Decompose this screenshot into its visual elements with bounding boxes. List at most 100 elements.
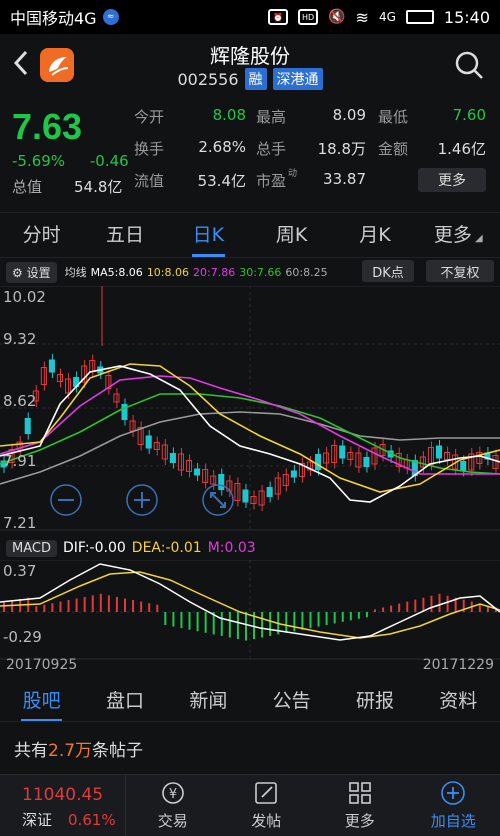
total-cap-value: 54.8亿 (74, 178, 123, 196)
candle (290, 470, 297, 478)
macd-m: M:0.03 (207, 540, 256, 556)
hd-icon: ≈ (102, 9, 119, 25)
ma10-value: 10:8.06 (146, 265, 190, 279)
macd-max-label: 0.37 (3, 562, 36, 580)
candle (194, 468, 201, 476)
stock-header: 辉隆股份 002556 融 深港通 (0, 34, 500, 94)
info-tabs: 股吧 盘口 新闻 公告 研报 资料 (0, 682, 500, 722)
y-label-4: 7.91 (3, 452, 36, 470)
quote-value: 8.09 (332, 106, 366, 124)
tab-forum[interactable]: 股吧 (0, 682, 83, 721)
tab-announcements[interactable]: 公告 (250, 682, 333, 721)
macd-chart: 0.37 -0.29 (0, 560, 500, 660)
nav-trade[interactable]: ¥ 交易 (126, 775, 220, 836)
triangle-icon: ◢ (471, 233, 483, 244)
candle (242, 489, 249, 503)
svg-text:¥: ¥ (169, 787, 177, 802)
candle (48, 359, 55, 373)
macd-dif: DIF:-0.00 (62, 540, 126, 556)
post-count-number: 2.7万 (48, 741, 93, 761)
ma30-value: 30:7.66 (239, 265, 282, 279)
dk-point-button[interactable]: DK点 (362, 260, 414, 282)
date-end: 20171229 (422, 657, 494, 673)
total-cap-label: 总值 (12, 178, 43, 196)
stock-name: 辉隆股份 (210, 44, 290, 68)
mute-icon: 🔇 (328, 9, 346, 25)
candle (315, 454, 322, 470)
quote-label: 流值 (134, 172, 165, 190)
tab-profile[interactable]: 资料 (417, 682, 500, 721)
nav-trade-label: 交易 (157, 812, 188, 830)
connect-tag: 深港通 (272, 68, 323, 90)
quote-value: 1.46亿 (437, 140, 486, 158)
quote-label-sup: 动 (288, 169, 298, 179)
battery-icon (405, 10, 434, 24)
trade-icon: ¥ (161, 782, 184, 804)
y-label-3: 8.62 (3, 392, 36, 410)
settings-button[interactable]: ⚙ 设置 (6, 261, 57, 283)
index-value: 11040.45 (22, 785, 104, 805)
quote-label: 金额 (378, 140, 409, 158)
index-ticker[interactable]: 11040.45 深证 0.61% (0, 775, 126, 836)
nav-more[interactable]: 更多 (313, 775, 407, 836)
carrier: 中国移动4G ≈ (10, 5, 119, 29)
ma20-value: 20:7.86 (193, 265, 236, 279)
more-button[interactable]: 更多 (418, 168, 486, 192)
change-row: -5.69% -0.46 (12, 152, 149, 170)
ma-label: 均线 (64, 266, 87, 279)
tab-more-label: 更多 (433, 224, 472, 246)
tab-research[interactable]: 研报 (333, 682, 416, 721)
tab-five-day[interactable]: 五日 (83, 213, 166, 257)
last-price: 7.63 (12, 106, 83, 147)
period-tabs: 分时 五日 日K 周K 月K 更多 ◢ (0, 212, 500, 258)
tab-intraday[interactable]: 分时 (0, 213, 83, 257)
post-count-suffix: 条帖子 (92, 741, 144, 761)
change-amount: -0.46 (89, 152, 129, 170)
tab-weekly-k[interactable]: 周K (250, 213, 333, 257)
zoom-in-button[interactable] (126, 484, 158, 516)
quote-panel: 7.63 -5.69% -0.46 总值 54.8亿 今开 8.08 最高 8.09 最… (0, 96, 500, 206)
candle (435, 445, 443, 459)
candle (153, 442, 160, 450)
tab-daily-k[interactable]: 日K (167, 213, 250, 257)
index-name: 深证 (22, 811, 53, 829)
tab-monthly-k[interactable]: 月K (333, 213, 416, 257)
macd-tag[interactable]: MACD (6, 539, 57, 557)
grid-icon (348, 782, 371, 804)
candle (339, 445, 346, 459)
nav-post-label: 发帖 (251, 812, 282, 830)
status-bar: 中国移动4G ≈ ⏰ HD 🔇 ≋ 4G 15:40 (0, 0, 500, 34)
ma60-value: 60:8.25 (285, 265, 328, 279)
change-percent: -5.69% (12, 152, 66, 170)
candle (218, 474, 225, 490)
candle (24, 418, 31, 434)
search-icon[interactable] (454, 50, 484, 80)
macd-min-label: -0.29 (3, 628, 42, 646)
no-adjust-button[interactable]: 不复权 (426, 260, 494, 282)
nav-post[interactable]: 发帖 (220, 775, 314, 836)
candle (169, 453, 176, 463)
tab-order-book[interactable]: 盘口 (83, 682, 166, 721)
bottom-nav: 11040.45 深证 0.61% ¥ 交易 发帖 更多 加自选 (0, 774, 500, 836)
margin-tag: 融 (244, 68, 267, 90)
fullscreen-button[interactable] (202, 484, 234, 516)
quote-value: 7.60 (452, 106, 486, 124)
quote-label: 最低 (378, 108, 409, 126)
quote-label: 总手 (256, 140, 287, 158)
candle (266, 487, 273, 497)
y-label-min: 7.21 (3, 514, 36, 531)
candle (145, 435, 152, 449)
stock-code: 002556 (177, 69, 239, 89)
quote-label: 市盈 (256, 172, 287, 190)
wifi-icon: ≋ (355, 7, 369, 27)
post-count: 共有2.7万条帖子 (14, 736, 143, 761)
zoom-out-button[interactable] (50, 484, 82, 516)
tab-news[interactable]: 新闻 (167, 682, 250, 721)
kline-chart[interactable]: 10.02 9.32 8.62 7.91 7.21 (0, 286, 500, 531)
y-label-2: 9.32 (3, 330, 36, 348)
tab-more[interactable]: 更多 ◢ (417, 213, 500, 257)
quote-value: 53.4亿 (197, 172, 246, 190)
ma5-value: MA5:8.06 (90, 265, 143, 279)
nav-add-watchlist[interactable]: 加自选 (407, 775, 500, 836)
quote-value: 2.68% (198, 138, 246, 156)
